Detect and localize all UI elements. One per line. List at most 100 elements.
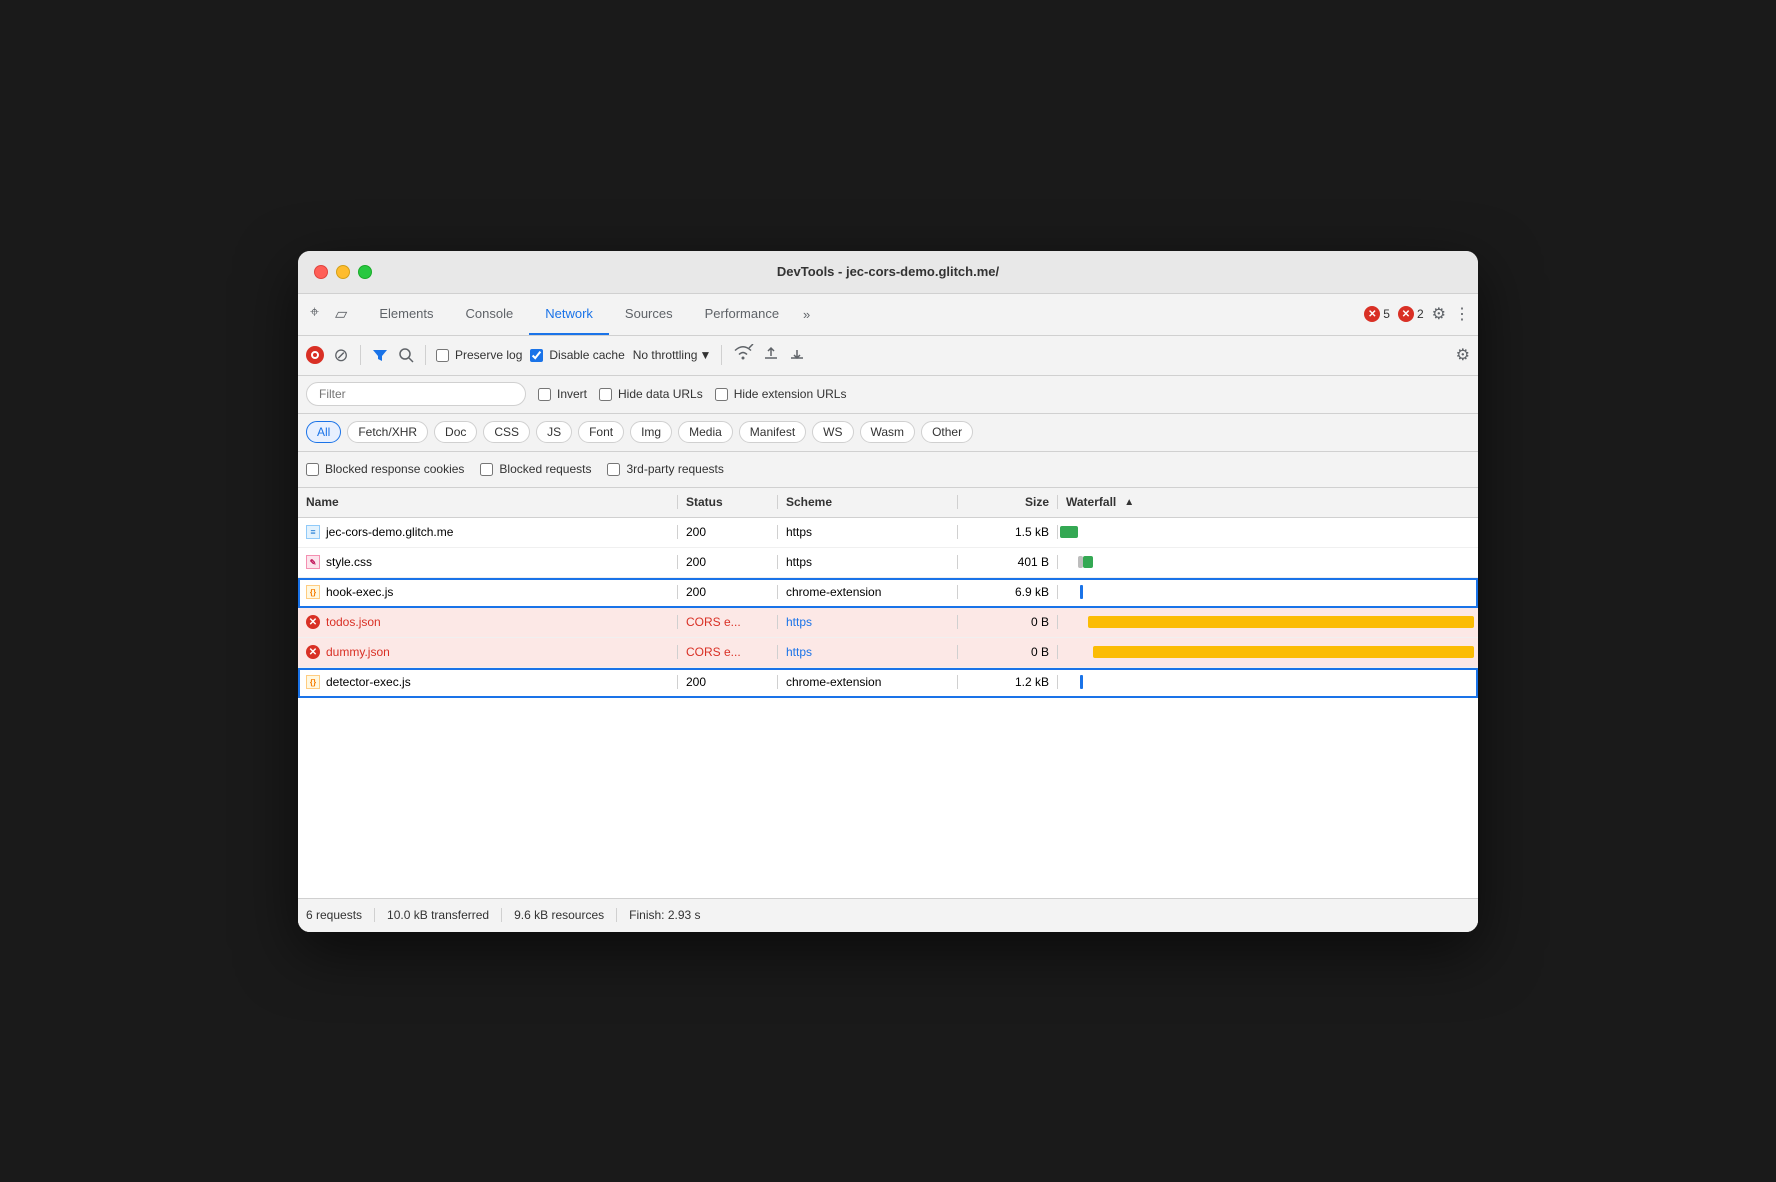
table-row[interactable]: {} hook-exec.js 200 chrome-extension 6.9… [298, 578, 1478, 608]
preserve-log-checkbox[interactable] [436, 349, 449, 362]
chip-doc[interactable]: Doc [434, 421, 477, 443]
network-settings-icon[interactable]: ⚙ [1456, 345, 1470, 365]
row-status-6: 200 [678, 675, 778, 689]
sort-arrow-icon: ▲ [1124, 497, 1134, 508]
fullscreen-button[interactable] [358, 265, 372, 279]
row-size-4: 0 B [958, 615, 1058, 629]
error-badge-1[interactable]: ✕ 5 [1364, 306, 1390, 322]
disable-cache-checkbox[interactable] [530, 349, 543, 362]
row-status-2: 200 [678, 555, 778, 569]
hide-ext-urls-checkbox[interactable] [715, 388, 728, 401]
chip-css[interactable]: CSS [483, 421, 530, 443]
row-name-3: {} hook-exec.js [298, 585, 678, 599]
chip-other[interactable]: Other [921, 421, 973, 443]
tab-elements[interactable]: Elements [363, 293, 449, 335]
header-size[interactable]: Size [958, 495, 1058, 509]
row-name-5: ✕ dummy.json [298, 645, 678, 659]
tab-bar: ⌖ ▱ Elements Console Network Sources Per… [298, 294, 1478, 336]
chip-font[interactable]: Font [578, 421, 624, 443]
row-scheme-6: chrome-extension [778, 675, 958, 689]
row-scheme-4: https [778, 615, 958, 629]
finish-time: Finish: 2.93 s [617, 908, 712, 922]
chip-img[interactable]: Img [630, 421, 672, 443]
third-party-checkbox[interactable] [607, 463, 620, 476]
header-status[interactable]: Status [678, 495, 778, 509]
header-waterfall[interactable]: Waterfall ▲ [1058, 495, 1478, 509]
tab-bar-right: ✕ 5 ✕ 2 ⚙ ⋮ [1364, 304, 1470, 324]
invert-label[interactable]: Invert [538, 387, 587, 401]
table-row[interactable]: ✎ style.css 200 https 401 B [298, 548, 1478, 578]
table-row[interactable]: {} detector-exec.js 200 chrome-extension… [298, 668, 1478, 698]
waterfall-bar-1 [1060, 526, 1078, 538]
third-party-label[interactable]: 3rd-party requests [607, 462, 723, 476]
header-name[interactable]: Name [298, 495, 678, 509]
throttle-arrow-icon: ▼ [699, 348, 711, 362]
blocked-requests-checkbox[interactable] [480, 463, 493, 476]
error-circle-icon: ✕ [306, 615, 320, 629]
toolbar-separator-1 [360, 345, 361, 365]
empty-space [298, 698, 1478, 898]
table-row[interactable]: ✕ todos.json CORS e... https 0 B [298, 608, 1478, 638]
chip-all[interactable]: All [306, 421, 341, 443]
error-count-1: 5 [1383, 307, 1390, 321]
table-row[interactable]: ≡ jec-cors-demo.glitch.me 200 https 1.5 … [298, 518, 1478, 548]
row-size-2: 401 B [958, 555, 1058, 569]
error-icon-1: ✕ [1364, 306, 1380, 322]
more-tabs-button[interactable]: » [795, 299, 818, 330]
table-row[interactable]: ✕ dummy.json CORS e... https 0 B [298, 638, 1478, 668]
chip-media[interactable]: Media [678, 421, 733, 443]
row-size-3: 6.9 kB [958, 585, 1058, 599]
close-button[interactable] [314, 265, 328, 279]
transferred-size: 10.0 kB transferred [375, 908, 502, 922]
table-header: Name Status Scheme Size Waterfall ▲ [298, 488, 1478, 518]
toolbar-separator-2 [425, 345, 426, 365]
chip-manifest[interactable]: Manifest [739, 421, 806, 443]
row-waterfall-6 [1058, 668, 1478, 697]
tab-network[interactable]: Network [529, 293, 609, 335]
row-scheme-5: https [778, 645, 958, 659]
device-toolbar-icon[interactable]: ▱ [331, 300, 351, 328]
tab-console[interactable]: Console [450, 293, 530, 335]
chip-fetch-xhr[interactable]: Fetch/XHR [347, 421, 428, 443]
tab-sources[interactable]: Sources [609, 293, 689, 335]
resources-size: 9.6 kB resources [502, 908, 617, 922]
requests-count: 6 requests [306, 908, 375, 922]
minimize-button[interactable] [336, 265, 350, 279]
hide-data-urls-label[interactable]: Hide data URLs [599, 387, 703, 401]
header-scheme[interactable]: Scheme [778, 495, 958, 509]
waterfall-bar-5 [1093, 646, 1474, 658]
settings-icon[interactable]: ⚙ [1432, 304, 1446, 324]
chip-wasm[interactable]: Wasm [860, 421, 916, 443]
record-button[interactable] [306, 346, 324, 364]
filter-input[interactable] [306, 382, 526, 406]
throttle-selector[interactable]: No throttling ▼ [633, 348, 712, 362]
css-file-icon: ✎ [306, 555, 320, 569]
row-waterfall-5 [1058, 638, 1478, 667]
row-size-6: 1.2 kB [958, 675, 1058, 689]
row-waterfall-2 [1058, 548, 1478, 577]
hide-data-urls-checkbox[interactable] [599, 388, 612, 401]
more-options-icon[interactable]: ⋮ [1454, 304, 1470, 324]
hide-ext-urls-label[interactable]: Hide extension URLs [715, 387, 847, 401]
devtools-window: DevTools - jec-cors-demo.glitch.me/ ⌖ ▱ … [298, 251, 1478, 932]
error-badge-2[interactable]: ✕ 2 [1398, 306, 1424, 322]
blocked-cookies-label[interactable]: Blocked response cookies [306, 462, 464, 476]
upload-icon[interactable] [762, 344, 780, 367]
download-icon[interactable] [788, 344, 806, 367]
filter-icon[interactable] [371, 346, 389, 364]
error-count-2: 2 [1417, 307, 1424, 321]
chip-ws[interactable]: WS [812, 421, 853, 443]
inspect-element-icon[interactable]: ⌖ [306, 300, 323, 328]
search-icon[interactable] [397, 346, 415, 364]
preserve-log-label[interactable]: Preserve log [436, 348, 522, 362]
blocked-requests-label[interactable]: Blocked requests [480, 462, 591, 476]
network-toolbar: ⊘ Preserve log Disable cache [298, 336, 1478, 376]
blocked-cookies-checkbox[interactable] [306, 463, 319, 476]
clear-button[interactable]: ⊘ [332, 346, 350, 364]
invert-checkbox[interactable] [538, 388, 551, 401]
chip-js[interactable]: JS [536, 421, 572, 443]
wifi-icon[interactable] [732, 344, 754, 367]
tab-performance[interactable]: Performance [689, 293, 795, 335]
disable-cache-label[interactable]: Disable cache [530, 348, 624, 362]
row-scheme-3: chrome-extension [778, 585, 958, 599]
